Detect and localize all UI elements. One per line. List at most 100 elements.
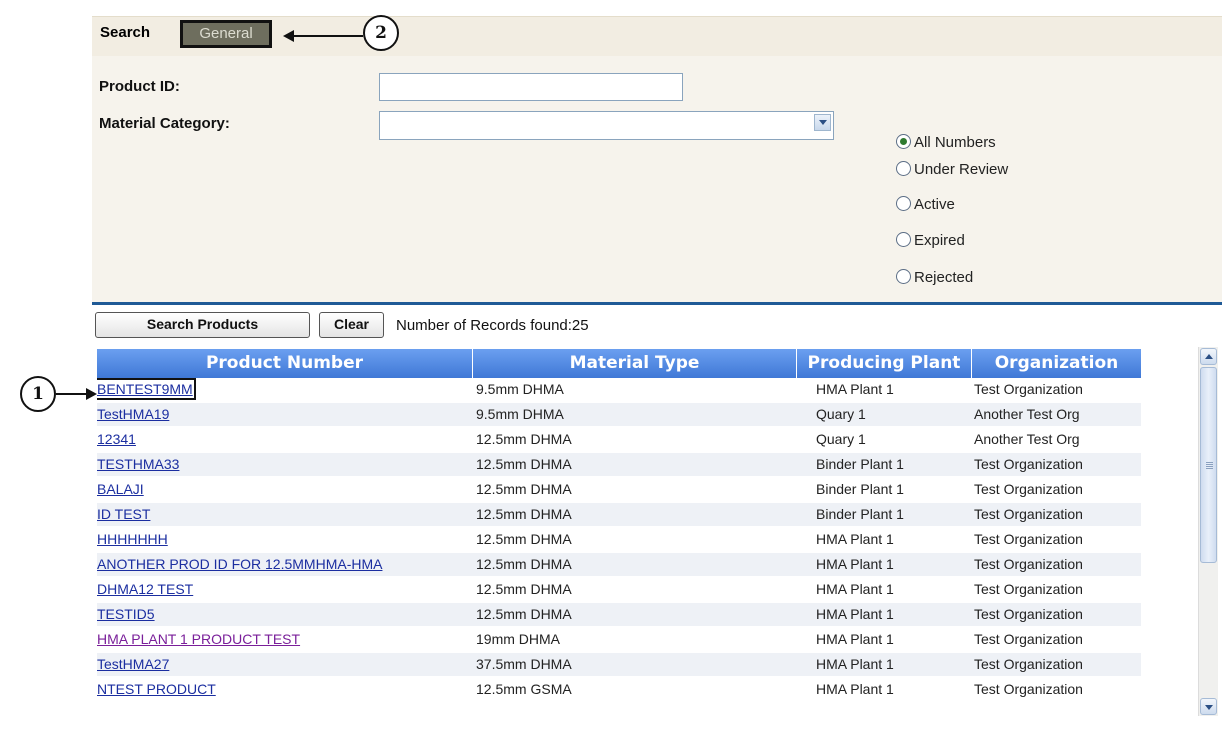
column-header-producing-plant[interactable]: Producing Plant <box>797 349 971 378</box>
product-number-link[interactable]: HHHHHHH <box>97 531 168 547</box>
callout-2-line <box>293 35 363 37</box>
cell-product-number: NTEST PRODUCT <box>97 678 473 701</box>
search-form-panel: Product ID: Material Category: All Numbe… <box>92 56 1222 302</box>
product-number-link[interactable]: HMA PLANT 1 PRODUCT TEST <box>97 631 300 647</box>
table-row: TestHMA27 37.5mm DHMA HMA Plant 1 Test Orga… <box>97 653 1141 676</box>
status-radio-under-review[interactable]: Under Review <box>896 161 1008 181</box>
cell-producing-plant: Binder Plant 1 <box>816 506 904 522</box>
status-radio-all-numbers[interactable]: All Numbers <box>896 134 996 154</box>
product-number-link[interactable]: TestHMA19 <box>97 406 169 422</box>
radio-label: Active <box>914 196 955 213</box>
arrow-right-icon <box>86 388 97 400</box>
table-row: TestHMA19 9.5mm DHMA Quary 1 Another Test O… <box>97 403 1141 426</box>
product-number-link[interactable]: ANOTHER PROD ID FOR 12.5MMHMA-HMA <box>97 556 382 572</box>
cell-material-type: 12.5mm DHMA <box>476 606 572 622</box>
table-row: DHMA12 TEST 12.5mm DHMA HMA Plant 1 Test Or… <box>97 578 1141 601</box>
column-header-product-number[interactable]: Product Number <box>97 349 472 378</box>
radio-label: All Numbers <box>914 134 996 151</box>
scrollbar-thumb[interactable] <box>1200 367 1217 563</box>
cell-producing-plant: HMA Plant 1 <box>816 681 894 697</box>
product-number-link[interactable]: 12341 <box>97 431 136 447</box>
cell-material-type: 12.5mm DHMA <box>476 431 572 447</box>
table-row: 12341 12.5mm DHMA Quary 1 Another Test Org <box>97 428 1141 451</box>
product-number-link[interactable]: NTEST PRODUCT <box>97 681 216 697</box>
cell-product-number: ID TEST <box>97 503 473 526</box>
product-number-link[interactable]: TESTHMA33 <box>97 456 179 472</box>
product-search-screen: Search General Product ID: Material Cate… <box>0 0 1222 740</box>
cell-material-type: 12.5mm DHMA <box>476 556 572 572</box>
cell-product-number: 12341 <box>97 428 473 451</box>
cell-producing-plant: Binder Plant 1 <box>816 456 904 472</box>
tab-general[interactable]: General <box>180 20 272 48</box>
grip-icon <box>1206 462 1213 463</box>
column-header-material-type[interactable]: Material Type <box>473 349 796 378</box>
scroll-up-arrow-icon[interactable] <box>1200 348 1217 365</box>
cell-product-number: HHHHHHH <box>97 528 473 551</box>
cell-product-number: TestHMA27 <box>97 653 473 676</box>
cell-material-type: 19mm DHMA <box>476 631 561 647</box>
search-products-button[interactable]: Search Products <box>95 312 310 338</box>
table-row: NTEST PRODUCT 12.5mm GSMA HMA Plant 1 Test … <box>97 678 1141 701</box>
radio-circle-icon[interactable] <box>896 196 911 211</box>
cell-organization: Test Organization <box>974 556 1083 572</box>
radio-circle-icon[interactable] <box>896 269 911 284</box>
cell-organization: Test Organization <box>974 606 1083 622</box>
status-radio-expired[interactable]: Expired <box>896 232 965 252</box>
cell-organization: Test Organization <box>974 581 1083 597</box>
column-header-organization[interactable]: Organization <box>972 349 1141 378</box>
product-number-link[interactable]: TESTID5 <box>97 606 155 622</box>
product-number-link[interactable]: BENTEST9MM <box>97 381 193 397</box>
status-radio-rejected[interactable]: Rejected <box>896 269 973 289</box>
cell-producing-plant: HMA Plant 1 <box>816 556 894 572</box>
cell-material-type: 12.5mm DHMA <box>476 506 572 522</box>
cell-organization: Test Organization <box>974 681 1083 697</box>
radio-circle-icon[interactable] <box>896 134 911 149</box>
clear-button[interactable]: Clear <box>319 312 384 338</box>
product-number-link[interactable]: DHMA12 TEST <box>97 581 193 597</box>
product-number-link[interactable]: BALAJI <box>97 481 144 497</box>
cell-organization: Test Organization <box>974 481 1083 497</box>
cell-material-type: 12.5mm GSMA <box>476 681 572 697</box>
tab-strip: Search General <box>92 16 1222 56</box>
table-row: BENTEST9MM 9.5mm DHMA HMA Plant 1 Test Orga… <box>97 378 1141 401</box>
scroll-down-arrow-icon[interactable] <box>1200 698 1217 715</box>
cell-organization: Test Organization <box>974 456 1083 472</box>
product-number-link[interactable]: TestHMA27 <box>97 656 169 672</box>
status-radio-active[interactable]: Active <box>896 196 955 216</box>
cell-product-number: DHMA12 TEST <box>97 578 473 601</box>
cell-product-number: TestHMA19 <box>97 403 473 426</box>
material-category-select[interactable] <box>379 111 834 140</box>
results-scrollbar[interactable] <box>1198 347 1218 716</box>
cell-producing-plant: HMA Plant 1 <box>816 381 894 397</box>
cell-product-number: TESTID5 <box>97 603 473 626</box>
cell-product-number: HMA PLANT 1 PRODUCT TEST <box>97 628 473 651</box>
table-row: ANOTHER PROD ID FOR 12.5MMHMA-HMA 12.5mm … <box>97 553 1141 576</box>
table-row: TESTHMA33 12.5mm DHMA Binder Plant 1 Test O… <box>97 453 1141 476</box>
cell-producing-plant: HMA Plant 1 <box>816 531 894 547</box>
radio-circle-icon[interactable] <box>896 232 911 247</box>
cell-material-type: 9.5mm DHMA <box>476 406 564 422</box>
cell-organization: Another Test Org <box>974 431 1080 447</box>
cell-producing-plant: HMA Plant 1 <box>816 631 894 647</box>
table-row: BALAJI 12.5mm DHMA Binder Plant 1 Test Orga… <box>97 478 1141 501</box>
cell-product-number: BENTEST9MM <box>97 378 473 401</box>
cell-material-type: 12.5mm DHMA <box>476 456 572 472</box>
radio-label: Rejected <box>914 269 974 286</box>
cell-product-number: BALAJI <box>97 478 473 501</box>
cell-producing-plant: HMA Plant 1 <box>816 656 894 672</box>
cell-material-type: 9.5mm DHMA <box>476 381 564 397</box>
table-row: TESTID5 12.5mm DHMA HMA Plant 1 Test Organi… <box>97 603 1141 626</box>
cell-organization: Another Test Org <box>974 406 1080 422</box>
cell-organization: Test Organization <box>974 531 1083 547</box>
table-row: ID TEST 12.5mm DHMA Binder Plant 1 Test Org… <box>97 503 1141 526</box>
highlight-box: BENTEST9MM <box>97 378 196 400</box>
chevron-down-icon[interactable] <box>814 114 831 131</box>
radio-circle-icon[interactable] <box>896 161 911 176</box>
tab-search[interactable]: Search <box>100 24 150 41</box>
product-id-input[interactable] <box>379 73 683 101</box>
cell-product-number: TESTHMA33 <box>97 453 473 476</box>
table-row: HHHHHHH 12.5mm DHMA HMA Plant 1 Test Organi… <box>97 528 1141 551</box>
cell-organization: Test Organization <box>974 506 1083 522</box>
product-number-link[interactable]: ID TEST <box>97 506 150 522</box>
cell-producing-plant: Quary 1 <box>816 431 866 447</box>
